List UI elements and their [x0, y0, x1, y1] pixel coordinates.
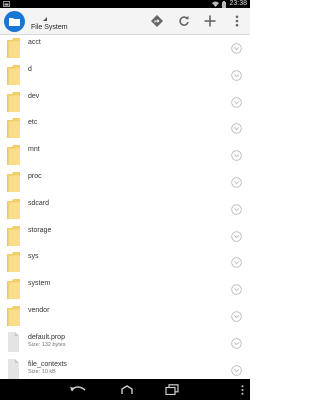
- folder-icon: [7, 279, 20, 304]
- item-options-icon[interactable]: [231, 229, 242, 242]
- action-bar-title: File System: [31, 24, 68, 31]
- folder-icon: [7, 64, 20, 90]
- item-options-icon[interactable]: [231, 309, 242, 322]
- folder-icon: [9, 18, 20, 26]
- file-name: proc: [28, 172, 42, 180]
- overflow-menu-button[interactable]: [230, 14, 244, 28]
- location-spinner[interactable]: File System: [31, 16, 81, 31]
- notification-icon: [3, 1, 10, 7]
- folder-icon: [7, 225, 20, 251]
- file-icon: [8, 358, 19, 379]
- item-options-icon[interactable]: [231, 175, 242, 188]
- file-name: mnt: [28, 146, 40, 154]
- file-name: sys: [28, 253, 39, 261]
- folder-row[interactable]: storage: [0, 223, 250, 250]
- file-row[interactable]: default.prop Size: 132 bytes: [0, 330, 250, 357]
- add-button[interactable]: [203, 14, 217, 28]
- navigation-bar: [0, 379, 250, 400]
- home-icon: [121, 384, 133, 394]
- menu-button[interactable]: [233, 382, 251, 397]
- folder-icon: [7, 305, 20, 331]
- bookmark-button[interactable]: [150, 14, 164, 28]
- item-options-icon[interactable]: [231, 148, 242, 161]
- item-options-icon[interactable]: [231, 41, 242, 54]
- back-icon: [70, 385, 86, 391]
- file-name: storage: [28, 226, 52, 234]
- folder-icon: [7, 38, 20, 63]
- item-options-icon[interactable]: [231, 282, 242, 295]
- overflow-menu-icon: [235, 15, 239, 27]
- home-button[interactable]: [118, 382, 136, 397]
- folder-icon: [7, 198, 20, 224]
- file-size: Size: 10 kB: [28, 368, 56, 375]
- file-name: etc: [28, 119, 38, 127]
- folder-icon: [7, 145, 20, 170]
- file-size: Size: 132 bytes: [28, 341, 66, 348]
- status-time: 23:38: [229, 0, 247, 7]
- file-name: default.prop: [28, 333, 65, 341]
- refresh-icon: [179, 16, 189, 26]
- folder-row[interactable]: acct: [0, 35, 250, 62]
- refresh-button[interactable]: [177, 14, 191, 28]
- item-options-icon[interactable]: [231, 121, 242, 135]
- file-name: acct: [28, 39, 41, 46]
- file-row[interactable]: file_contexts Size: 10 kB: [0, 357, 250, 379]
- item-options-icon[interactable]: [231, 363, 242, 376]
- file-name: file_contexts: [28, 360, 67, 368]
- add-icon: [204, 15, 216, 27]
- item-options-icon[interactable]: [231, 95, 242, 108]
- status-bar: 23:38: [0, 0, 250, 8]
- file-name: sdcard: [28, 199, 50, 207]
- file-name: vendor: [28, 306, 50, 314]
- battery-icon: [222, 0, 227, 8]
- action-bar: File System: [0, 8, 250, 35]
- app-icon[interactable]: [4, 11, 25, 32]
- folder-row[interactable]: sdcard: [0, 196, 250, 223]
- file-name: d: [28, 65, 32, 73]
- item-options-icon[interactable]: [231, 336, 242, 349]
- back-button[interactable]: [69, 382, 87, 397]
- file-name: dev: [28, 92, 40, 100]
- recents-button[interactable]: [163, 382, 181, 397]
- recents-icon: [165, 384, 179, 395]
- bookmark-icon: [151, 15, 163, 27]
- folder-row[interactable]: sys: [0, 249, 250, 276]
- item-options-icon[interactable]: [231, 202, 242, 215]
- folder-row[interactable]: vendor: [0, 303, 250, 330]
- folder-icon: [7, 91, 20, 117]
- folder-icon: [7, 118, 20, 143]
- folder-icon: [7, 252, 20, 277]
- wifi-icon: [212, 1, 220, 7]
- folder-row[interactable]: dev: [0, 89, 250, 116]
- spinner-arrow-icon: [43, 17, 47, 21]
- file-name: system: [28, 280, 51, 288]
- folder-row[interactable]: d: [0, 62, 250, 89]
- folder-icon: [7, 171, 20, 197]
- menu-icon: [241, 384, 243, 395]
- folder-row[interactable]: proc: [0, 169, 250, 196]
- folder-row[interactable]: system: [0, 276, 250, 303]
- file-icon: [8, 331, 19, 357]
- folder-row[interactable]: etc: [0, 115, 250, 142]
- folder-row[interactable]: mnt: [0, 142, 250, 169]
- file-list[interactable]: acct d dev etc mnt proc sdcard storage sys system…: [0, 35, 250, 379]
- item-options-icon[interactable]: [231, 255, 242, 269]
- item-options-icon[interactable]: [231, 68, 242, 81]
